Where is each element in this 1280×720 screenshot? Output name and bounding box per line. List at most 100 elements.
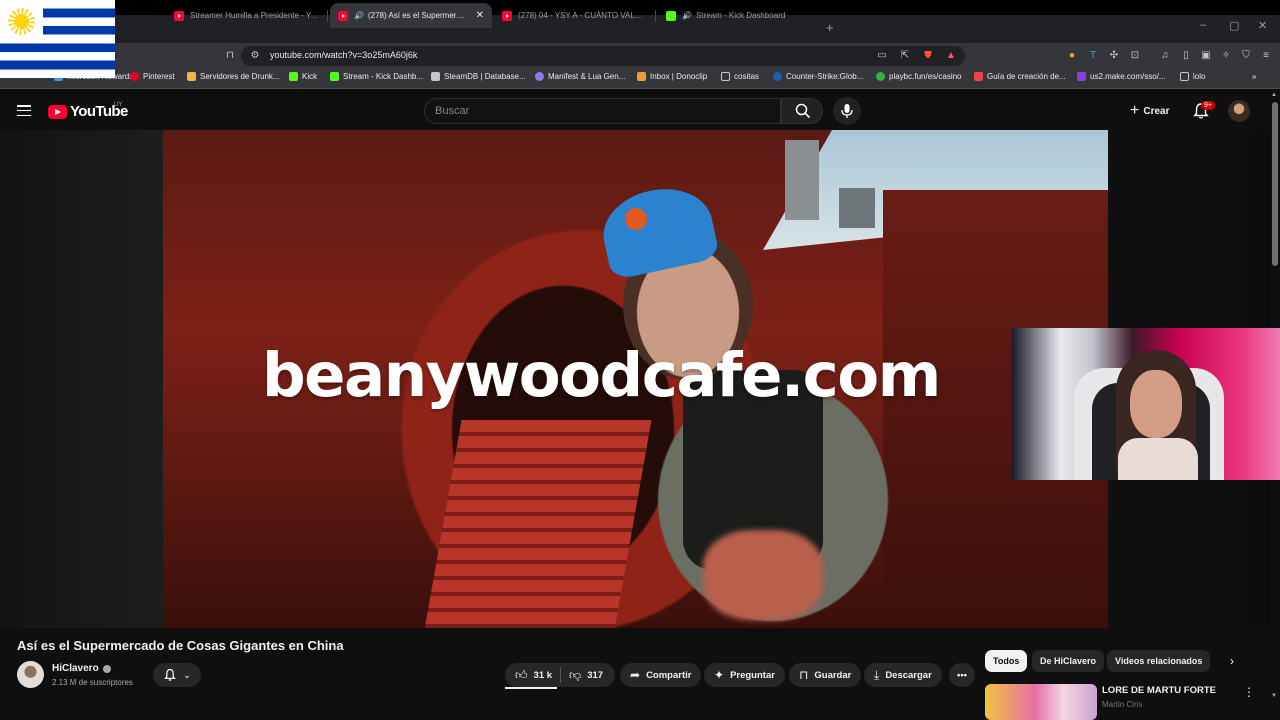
site-settings-icon[interactable]: ⚙ xyxy=(248,48,262,62)
search-button[interactable] xyxy=(781,98,823,124)
chip-from-channel[interactable]: De HiClavero xyxy=(1032,650,1105,672)
youtube-play-icon xyxy=(48,104,67,119)
menu-icon[interactable]: ≡ xyxy=(1259,48,1273,62)
country-code: UY xyxy=(114,102,123,108)
scroll-up-arrow-icon[interactable]: ▲ xyxy=(1271,92,1277,98)
recommended-video-author[interactable]: Martin Ciris xyxy=(1102,700,1142,709)
chevron-right-icon[interactable]: › xyxy=(1230,654,1234,668)
tab-supermercado[interactable]: 🔊 (278) Así es el Supermercado ✕ xyxy=(330,3,492,28)
bookmark-kick[interactable]: Kick xyxy=(289,72,317,81)
voice-search-button[interactable] xyxy=(833,97,861,125)
extensions-puzzle-icon[interactable]: ✣ xyxy=(1107,48,1121,62)
bookmark-steamdb[interactable]: SteamDB | Database... xyxy=(431,72,526,81)
youtube-favicon-icon xyxy=(502,10,512,21)
share-page-icon[interactable]: ⇱ xyxy=(898,48,912,62)
chip-all[interactable]: Todos xyxy=(985,650,1028,672)
youtube-favicon-icon xyxy=(338,10,348,21)
bookmark-guia-creacion[interactable]: Guía de creación de... xyxy=(974,72,1066,81)
bookmark-make[interactable]: us2.make.com/sso/... xyxy=(1077,72,1166,81)
extension-translate-icon[interactable]: T xyxy=(1086,48,1100,62)
streamer-facecam xyxy=(1012,328,1280,480)
search-input[interactable] xyxy=(435,105,765,117)
youtube-favicon-icon xyxy=(174,10,184,21)
make-icon xyxy=(1077,72,1086,81)
more-vertical-icon[interactable]: ⋮ xyxy=(1243,685,1255,699)
media-controls-icon[interactable]: ♫ xyxy=(1158,48,1172,62)
account-avatar[interactable] xyxy=(1228,100,1250,122)
like-dislike-segment: 👍︎ 31 k 👎︎ 317 xyxy=(505,663,615,687)
bookmark-icon[interactable]: ⊓ xyxy=(223,48,237,62)
channel-avatar[interactable] xyxy=(17,661,44,688)
rewards-triangle-icon[interactable]: ▲ xyxy=(944,48,958,62)
youtube-logo[interactable]: YouTube UY xyxy=(48,102,128,120)
plus-icon: + xyxy=(1130,102,1140,119)
search-box[interactable] xyxy=(424,98,781,124)
guide-icon xyxy=(974,72,983,81)
subscriber-count: 2.13 M de suscriptores xyxy=(52,678,133,687)
verified-check-icon xyxy=(102,664,111,673)
speaker-icon[interactable]: 🔊 xyxy=(354,11,364,20)
tab-ysy-a[interactable]: (278) 04 - YSY A - CUÁNTO VALE HA xyxy=(494,3,656,28)
recommended-video-title[interactable]: LORE DE MARTU FORTE xyxy=(1102,685,1216,696)
thumbs-up-icon: 👍︎ xyxy=(515,667,528,682)
download-button[interactable]: ⤓ Descargar xyxy=(864,663,942,687)
building-shape xyxy=(839,188,875,228)
bookmark-pinterest[interactable]: Pinterest xyxy=(130,72,175,81)
save-button[interactable]: ⊓ Guardar xyxy=(789,663,862,687)
more-actions-button[interactable]: ••• xyxy=(949,663,975,687)
minimize-icon[interactable]: – xyxy=(1200,19,1206,31)
wallet-icon[interactable]: ▣ xyxy=(1199,48,1213,62)
more-bookmarks-icon[interactable]: » xyxy=(1252,72,1256,81)
like-divider xyxy=(560,667,562,683)
folder-icon xyxy=(1180,72,1189,81)
new-tab-icon[interactable]: + xyxy=(826,20,834,35)
sidebar-icon[interactable]: ▯ xyxy=(1179,48,1193,62)
tab-label: (278) Así es el Supermercado xyxy=(367,11,468,20)
channel-name-text: HiClavero xyxy=(52,663,99,674)
thumbs-down-icon: 👎︎ xyxy=(569,667,582,682)
create-label: Crear xyxy=(1143,105,1170,117)
dislike-button[interactable]: 👎︎ 317 xyxy=(569,668,603,683)
guide-menu-icon[interactable] xyxy=(17,105,31,116)
cast-icon[interactable]: ▭ xyxy=(875,48,889,62)
create-button[interactable]: + Crear xyxy=(1122,99,1177,123)
bookmark-kick-dashboard[interactable]: Stream - Kick Dashb... xyxy=(330,72,423,81)
subscription-bell-button[interactable]: ⌄ xyxy=(153,663,201,687)
scroll-down-arrow-icon[interactable]: ▼ xyxy=(1271,693,1277,699)
ask-button[interactable]: ✦ Preguntar xyxy=(704,663,785,687)
extension-hat-icon[interactable]: ● xyxy=(1065,48,1079,62)
tab-label: (278) 04 - YSY A - CUÁNTO VALE HA xyxy=(518,11,648,20)
chip-related[interactable]: Videos relacionados xyxy=(1107,650,1211,672)
hand-shape xyxy=(703,530,823,620)
speaker-icon[interactable]: 🔊 xyxy=(682,11,692,20)
bookmark-counter-strike[interactable]: Counter-Strike:Glob... xyxy=(773,72,863,81)
bookmark-lolo[interactable]: lolo xyxy=(1180,72,1205,81)
screenshot-icon[interactable]: ⊡ xyxy=(1128,48,1142,62)
restore-icon[interactable]: ▢ xyxy=(1229,19,1239,32)
url-text[interactable]: youtube.com/watch?v=3o25mA60j6k xyxy=(270,50,417,60)
bookmark-servidores-drunk[interactable]: Servidores de Drunk... xyxy=(187,72,280,81)
bookmark-manifest-lua[interactable]: Manifest & Lua Gen... xyxy=(535,72,625,81)
building-shape xyxy=(785,140,819,220)
tab-kick-dashboard[interactable]: 🔊 Stream - Kick Dashboard xyxy=(658,3,820,28)
scrollbar-thumb[interactable] xyxy=(1272,102,1278,266)
bookmark-playbc[interactable]: playbc.fun/es/casino xyxy=(876,72,962,81)
ai-sparkle-icon[interactable]: ✧ xyxy=(1219,48,1233,62)
window-close-icon[interactable]: ✕ xyxy=(1258,19,1267,32)
close-tab-icon[interactable]: ✕ xyxy=(476,10,484,21)
face-shape xyxy=(1130,370,1182,438)
like-button[interactable]: 👍︎ 31 k xyxy=(505,668,552,683)
vpn-shield-icon[interactable]: ⛉ xyxy=(1239,48,1253,62)
bookmark-cositas[interactable]: cositas xyxy=(721,72,759,81)
video-title: Así es el Supermercado de Cosas Gigantes… xyxy=(17,638,344,653)
tab-streamer-humilla[interactable]: Streamer Humilla a Presidente - YouT xyxy=(166,3,328,28)
bookmark-donoclip[interactable]: Inbox | Donoclip xyxy=(637,72,707,81)
kick-favicon-icon xyxy=(666,10,676,21)
pinterest-icon xyxy=(130,72,139,81)
channel-name[interactable]: HiClavero xyxy=(52,663,111,674)
donoclip-icon xyxy=(637,72,646,81)
recommended-video-thumbnail[interactable] xyxy=(985,684,1097,720)
brave-shield-icon[interactable]: ⛊ xyxy=(921,48,935,62)
more-horizontal-icon: ••• xyxy=(957,669,967,681)
share-button[interactable]: ➦ Compartir xyxy=(620,663,702,687)
